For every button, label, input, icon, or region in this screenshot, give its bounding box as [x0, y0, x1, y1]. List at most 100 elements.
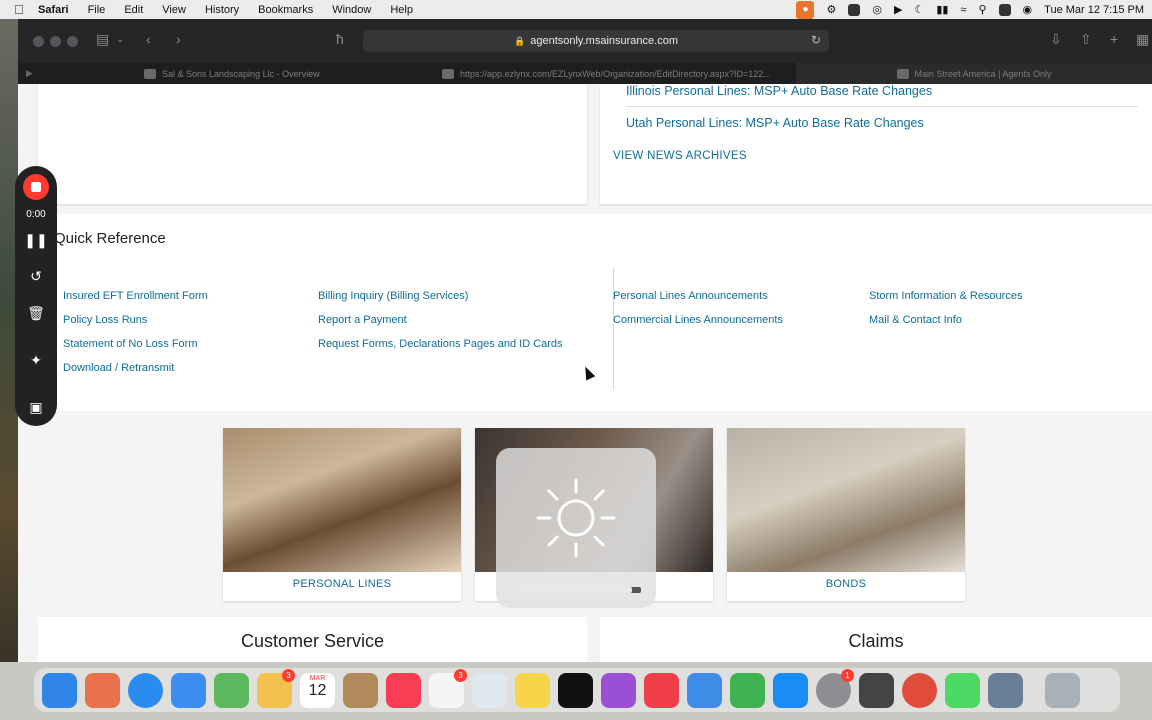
play-icon[interactable]: ▶	[26, 63, 33, 84]
menu-view[interactable]: View	[162, 4, 186, 16]
system-settings-icon[interactable]: 1	[816, 668, 854, 708]
quick-reference-title: Quick Reference	[54, 230, 166, 247]
maps-icon[interactable]	[214, 672, 249, 708]
menu-clock[interactable]: Tue Mar 12 7:15 PM	[1044, 4, 1144, 16]
qr-link-loss-runs[interactable]: Policy Loss Runs	[63, 311, 147, 330]
sidebar-icon[interactable]: ▤	[96, 31, 109, 48]
menu-file[interactable]: File	[88, 4, 106, 16]
extension-icon[interactable]: ħ	[336, 31, 344, 47]
moon-icon[interactable]: ☾	[914, 3, 924, 16]
brightness-level-bar	[511, 587, 641, 593]
zoom-window-button[interactable]	[67, 36, 78, 47]
microphone-icon[interactable]: ●	[796, 0, 815, 19]
forward-icon[interactable]: ›	[176, 31, 181, 47]
qr-link-mail-contact[interactable]: Mail & Contact Info	[869, 311, 962, 330]
tab-title: Main Street America | Agents Only	[914, 68, 1052, 79]
screen-icon[interactable]	[848, 3, 861, 16]
qr-link-request-forms[interactable]: Request Forms, Declarations Pages and ID…	[318, 335, 563, 354]
tab-agents-only[interactable]: Main Street America | Agents Only	[796, 63, 1152, 84]
menu-bookmarks[interactable]: Bookmarks	[258, 4, 313, 16]
qr-link-eft-enrollment[interactable]: Insured EFT Enrollment Form	[63, 287, 208, 306]
contacts-icon[interactable]	[343, 672, 378, 708]
numbers-icon[interactable]	[730, 672, 765, 708]
brightness-hud	[496, 448, 656, 608]
launchpad-icon[interactable]	[85, 672, 120, 708]
address-bar[interactable]: 🔒 agentsonly.msainsurance.com ↻	[363, 30, 829, 52]
messages-icon[interactable]	[945, 672, 980, 708]
view-news-archives-link[interactable]: VIEW NEWS ARCHIVES	[613, 150, 747, 162]
new-tab-icon[interactable]: +	[1110, 31, 1118, 47]
chevron-down-icon[interactable]: ⌄	[116, 34, 124, 45]
minimize-window-button[interactable]	[50, 36, 61, 47]
favicon-icon	[442, 68, 454, 79]
tile-personal-lines[interactable]: PERSONAL LINES	[223, 428, 461, 601]
menu-history[interactable]: History	[205, 4, 239, 16]
restart-icon[interactable]: ↺	[15, 268, 57, 285]
tile-bonds[interactable]: BONDS	[727, 428, 965, 601]
dock: 3 MAR 12 3 1	[34, 668, 1120, 712]
menu-app-name[interactable]: Safari	[38, 4, 69, 16]
podcasts-icon[interactable]	[601, 672, 636, 708]
chrome-icon[interactable]	[902, 672, 937, 708]
tile-label: BONDS	[825, 578, 867, 590]
stop-recording-button[interactable]	[23, 174, 49, 200]
reminders-icon[interactable]: 3	[429, 668, 467, 708]
search-icon[interactable]: ⚲	[978, 3, 986, 16]
trash-icon[interactable]	[1045, 672, 1080, 708]
mail-icon[interactable]	[171, 672, 206, 708]
qr-link-report-payment[interactable]: Report a Payment	[318, 311, 407, 330]
news-link-illinois[interactable]: Illinois Personal Lines: MSP+ Auto Base …	[626, 84, 932, 98]
close-window-button[interactable]	[33, 36, 44, 47]
camera-icon[interactable]: ▣	[15, 399, 57, 416]
notes-icon[interactable]	[515, 672, 550, 708]
qr-link-storm-info[interactable]: Storm Information & Resources	[869, 287, 1022, 306]
menu-edit[interactable]: Edit	[124, 4, 143, 16]
customer-service-section: Customer Service	[38, 617, 587, 662]
gear-icon[interactable]: ⚙	[826, 3, 836, 16]
qr-link-commercial-announcements[interactable]: Commercial Lines Announcements	[613, 311, 783, 330]
back-icon[interactable]: ‹	[146, 31, 151, 47]
app-store-icon[interactable]	[773, 672, 808, 708]
freeform-icon[interactable]	[472, 672, 507, 708]
control-center-icon[interactable]	[998, 3, 1011, 16]
qr-link-download[interactable]: Download / Retransmit	[63, 359, 174, 378]
qr-link-no-loss-form[interactable]: Statement of No Loss Form	[63, 335, 198, 354]
qr-link-billing-inquiry[interactable]: Billing Inquiry (Billing Services)	[318, 287, 468, 306]
photos-badge: 3	[282, 668, 295, 682]
screen-recorder-app-icon[interactable]	[859, 672, 894, 708]
globe-icon[interactable]: ◎	[872, 3, 882, 16]
qr-link-personal-announcements[interactable]: Personal Lines Announcements	[613, 287, 768, 306]
tab-overview-icon[interactable]: ▦	[1136, 31, 1149, 48]
download-icon[interactable]: ⇩	[1050, 31, 1062, 48]
menu-help[interactable]: Help	[390, 4, 413, 16]
news-link-utah[interactable]: Utah Personal Lines: MSP+ Auto Base Rate…	[626, 116, 924, 130]
reload-icon[interactable]: ↻	[811, 33, 821, 47]
safari-icon[interactable]	[128, 672, 163, 708]
trash-icon[interactable]: 🗑	[15, 305, 57, 322]
tab-ezlynx[interactable]: https://app.ezlynx.com/EZLynxWeb/Organiz…	[442, 63, 792, 84]
calendar-icon[interactable]: MAR 12	[300, 672, 335, 708]
wifi-icon[interactable]: ≈	[960, 4, 966, 16]
left-news-card	[38, 84, 587, 204]
browser-toolbar: ▤ ⌄ ‹ › ħ 🔒 agentsonly.msainsurance.com …	[18, 19, 1152, 63]
menu-window[interactable]: Window	[332, 4, 371, 16]
battery-icon[interactable]: ▮▮	[936, 3, 948, 16]
apple-tv-icon[interactable]	[558, 672, 593, 708]
apple-icon[interactable]: 	[14, 2, 28, 17]
sun-icon	[536, 478, 616, 558]
pause-icon[interactable]: ❚❚	[15, 232, 57, 249]
news-icon[interactable]	[644, 672, 679, 708]
url-text: agentsonly.msainsurance.com	[530, 35, 678, 47]
siri-icon[interactable]: ◉	[1023, 3, 1033, 16]
share-icon[interactable]: ⇧	[1080, 31, 1092, 48]
photos-icon[interactable]: 3	[257, 668, 295, 708]
divider	[626, 106, 1138, 107]
play-icon[interactable]: ▶	[894, 3, 902, 16]
tab-landscaping[interactable]: Sal & Sons Landscaping Llc - Overview	[144, 63, 439, 84]
draw-icon[interactable]: ✦	[15, 352, 57, 369]
tab-title: Sal & Sons Landscaping Llc - Overview	[162, 68, 320, 79]
preview-icon[interactable]	[988, 672, 1023, 708]
keynote-icon[interactable]	[687, 672, 722, 708]
music-icon[interactable]	[386, 672, 421, 708]
finder-icon[interactable]	[42, 672, 77, 708]
